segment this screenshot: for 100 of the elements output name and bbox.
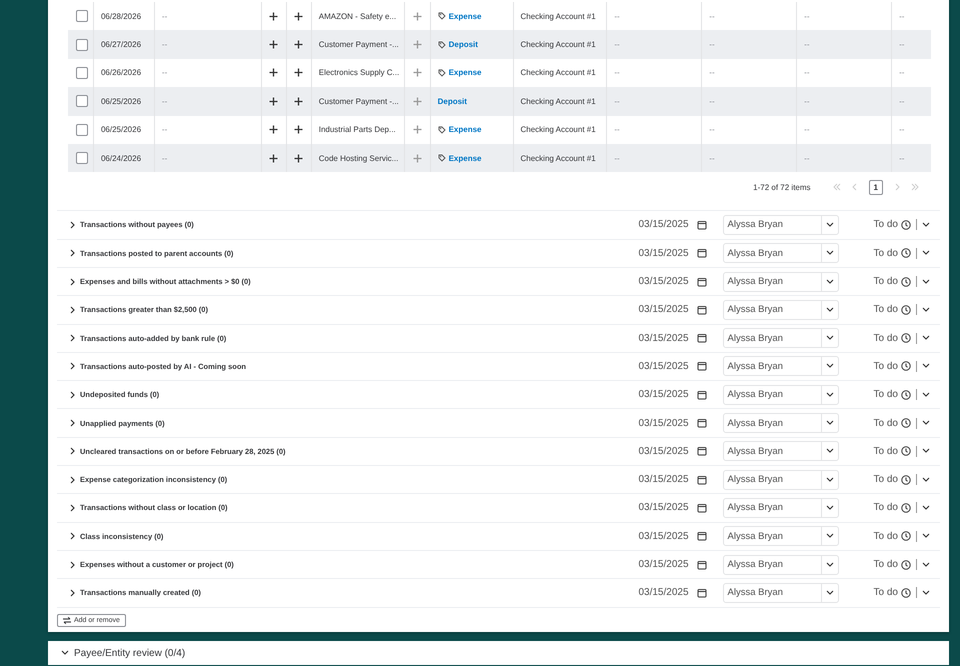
assignee-dropdown[interactable]: Alyssa Bryan xyxy=(722,413,839,434)
caret-icon[interactable] xyxy=(922,560,930,569)
caret-icon[interactable] xyxy=(826,220,834,229)
calendar-icon[interactable] xyxy=(696,418,707,428)
calendar-icon[interactable] xyxy=(696,531,707,542)
assignee-dropdown[interactable]: Alyssa Bryan xyxy=(722,498,839,518)
caret-icon[interactable] xyxy=(922,362,930,370)
caret-icon[interactable] xyxy=(826,560,834,569)
assignee-dropdown[interactable]: Alyssa Bryan xyxy=(722,272,839,292)
row-checkbox[interactable] xyxy=(76,66,88,79)
add-icon[interactable] xyxy=(269,154,278,163)
page-button[interactable]: 1 xyxy=(868,180,883,195)
chevron-icon[interactable] xyxy=(69,447,77,456)
add-icon[interactable] xyxy=(294,96,304,106)
calendar-icon[interactable] xyxy=(696,588,707,598)
status-label: To do xyxy=(874,219,898,230)
chevron-icon[interactable] xyxy=(69,390,77,399)
caret-icon[interactable] xyxy=(922,588,930,597)
clock-icon xyxy=(901,446,911,456)
assignee-dropdown[interactable]: Alyssa Bryan xyxy=(722,526,839,546)
chevron-icon[interactable] xyxy=(61,649,69,657)
assignee-dropdown[interactable]: Alyssa Bryan xyxy=(722,300,839,320)
caret-icon[interactable] xyxy=(826,362,834,370)
caret-icon[interactable] xyxy=(922,220,930,229)
chevron-icon[interactable] xyxy=(69,532,77,540)
add-icon[interactable] xyxy=(269,96,278,106)
calendar-icon[interactable] xyxy=(696,248,707,258)
calendar-icon[interactable] xyxy=(696,390,707,400)
row-checkbox[interactable] xyxy=(76,10,88,22)
caret-icon[interactable] xyxy=(922,390,930,399)
chevron-icon[interactable] xyxy=(69,504,77,512)
caret-icon[interactable] xyxy=(826,390,834,399)
caret-icon[interactable] xyxy=(922,447,930,456)
caret-icon[interactable] xyxy=(826,249,834,258)
caret-icon[interactable] xyxy=(922,306,930,314)
assignee-dropdown[interactable]: Alyssa Bryan xyxy=(722,582,839,603)
caret-icon[interactable] xyxy=(922,334,930,342)
row-checkbox[interactable] xyxy=(76,152,88,164)
add-icon[interactable] xyxy=(269,125,278,134)
caret-icon[interactable] xyxy=(826,306,834,314)
add-icon[interactable] xyxy=(294,40,304,50)
caret-icon[interactable] xyxy=(922,278,930,286)
chevron-icon[interactable] xyxy=(69,560,77,569)
caret-icon[interactable] xyxy=(826,278,834,286)
chevron-icon[interactable] xyxy=(69,476,77,484)
add-icon[interactable] xyxy=(269,68,278,78)
add-icon[interactable] xyxy=(294,125,304,134)
type-link[interactable]: Expense xyxy=(448,68,482,78)
calendar-icon[interactable] xyxy=(696,474,707,485)
assignee-dropdown[interactable]: Alyssa Bryan xyxy=(722,470,839,490)
calendar-icon[interactable] xyxy=(696,361,707,372)
add-icon[interactable] xyxy=(269,12,278,21)
row-checkbox[interactable] xyxy=(76,38,88,51)
caret-icon[interactable] xyxy=(922,249,930,258)
calendar-icon[interactable] xyxy=(696,446,707,456)
chevron-icon[interactable] xyxy=(69,588,77,597)
assignee-dropdown[interactable]: Alyssa Bryan xyxy=(722,356,839,376)
account-cell: Checking Account #1 xyxy=(520,12,596,21)
caret-icon[interactable] xyxy=(826,334,834,342)
caret-icon[interactable] xyxy=(922,419,930,428)
assignee-dropdown[interactable]: Alyssa Bryan xyxy=(722,243,839,264)
chevron-icon[interactable] xyxy=(69,419,77,428)
calendar-icon[interactable] xyxy=(696,304,707,315)
assignee-dropdown[interactable]: Alyssa Bryan xyxy=(722,384,839,405)
caret-icon[interactable] xyxy=(826,588,834,597)
add-icon[interactable] xyxy=(294,68,304,78)
chevron-icon[interactable] xyxy=(69,334,77,342)
chevron-icon[interactable] xyxy=(69,278,77,286)
caret-icon[interactable] xyxy=(922,532,930,540)
add-icon[interactable] xyxy=(294,154,304,163)
chevron-icon[interactable] xyxy=(69,220,77,229)
caret-icon[interactable] xyxy=(826,447,834,456)
caret-icon[interactable] xyxy=(826,476,834,484)
caret-icon[interactable] xyxy=(826,532,834,540)
assignee-dropdown[interactable]: Alyssa Bryan xyxy=(722,328,839,348)
caret-icon[interactable] xyxy=(922,504,930,512)
caret-icon[interactable] xyxy=(826,504,834,512)
calendar-icon[interactable] xyxy=(696,502,707,513)
chevron-icon[interactable] xyxy=(69,362,77,370)
due-date: 03/15/2025 xyxy=(638,559,689,570)
calendar-icon[interactable] xyxy=(696,276,707,287)
type-link[interactable]: Deposit xyxy=(438,96,467,106)
type-link[interactable]: Expense xyxy=(448,12,482,21)
type-link[interactable]: Deposit xyxy=(448,40,478,50)
assignee-dropdown[interactable]: Alyssa Bryan xyxy=(722,441,839,462)
assignee-dropdown[interactable]: Alyssa Bryan xyxy=(722,214,839,235)
caret-icon[interactable] xyxy=(826,419,834,428)
type-link[interactable]: Expense xyxy=(448,154,482,163)
add-icon[interactable] xyxy=(294,12,304,21)
chevron-icon[interactable] xyxy=(69,249,77,258)
add-icon[interactable] xyxy=(269,40,278,50)
chevron-icon[interactable] xyxy=(69,306,77,314)
caret-icon[interactable] xyxy=(922,476,930,484)
calendar-icon[interactable] xyxy=(696,333,707,344)
assignee-dropdown[interactable]: Alyssa Bryan xyxy=(722,554,839,575)
calendar-icon[interactable] xyxy=(696,220,707,230)
row-checkbox[interactable] xyxy=(76,95,88,108)
type-link[interactable]: Expense xyxy=(448,125,482,134)
row-checkbox[interactable] xyxy=(76,124,88,136)
calendar-icon[interactable] xyxy=(696,560,707,570)
